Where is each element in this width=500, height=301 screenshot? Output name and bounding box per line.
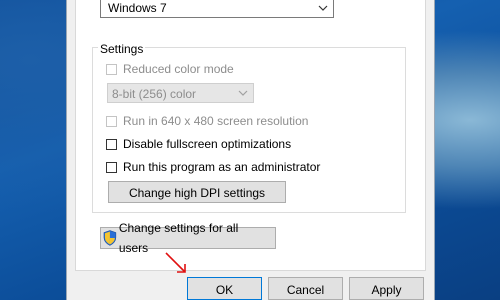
settings-legend: Settings (98, 42, 146, 56)
run-640-label: Run in 640 x 480 screen resolution (123, 114, 309, 128)
compatibility-mode-value: Windows 7 (108, 1, 167, 15)
red-arrow-pointer-icon (165, 252, 186, 273)
change-settings-all-users-label: Change settings for all users (118, 221, 239, 255)
checkbox-box[interactable] (106, 115, 117, 127)
disable-fullscreen-checkbox[interactable]: Disable fullscreen optimizations (106, 137, 291, 151)
disable-fullscreen-label: Disable fullscreen optimizations (123, 137, 292, 151)
change-high-dpi-button[interactable]: Change high DPI settings (108, 181, 286, 203)
uac-shield-icon (103, 230, 117, 246)
reduced-color-mode-checkbox[interactable]: Reduced color mode (106, 62, 234, 76)
checkbox-box[interactable] (106, 138, 117, 150)
chevron-down-icon (238, 90, 248, 96)
checkbox-box[interactable] (106, 161, 117, 173)
run-640-checkbox[interactable]: Run in 640 x 480 screen resolution (106, 114, 308, 128)
chevron-down-icon (318, 5, 328, 11)
properties-dialog: Windows 7 Settings Reduced color mode 8-… (66, 0, 435, 300)
color-depth-value: 8-bit (256) color (112, 87, 197, 101)
color-depth-select[interactable]: 8-bit (256) color (107, 83, 254, 103)
run-as-admin-checkbox[interactable]: Run this program as an administrator (106, 160, 320, 174)
reduced-color-mode-label: Reduced color mode (123, 62, 234, 76)
cancel-button[interactable]: Cancel (268, 277, 343, 300)
compatibility-tab-panel: Windows 7 Settings Reduced color mode 8-… (75, 0, 426, 271)
checkbox-box[interactable] (106, 63, 117, 75)
change-settings-all-users-button[interactable]: Change settings for all users (100, 221, 276, 255)
compatibility-mode-select[interactable]: Windows 7 (100, 0, 334, 18)
apply-button[interactable]: Apply (349, 277, 424, 300)
run-as-admin-label: Run this program as an administrator (123, 160, 321, 174)
ok-button[interactable]: OK (187, 277, 262, 300)
